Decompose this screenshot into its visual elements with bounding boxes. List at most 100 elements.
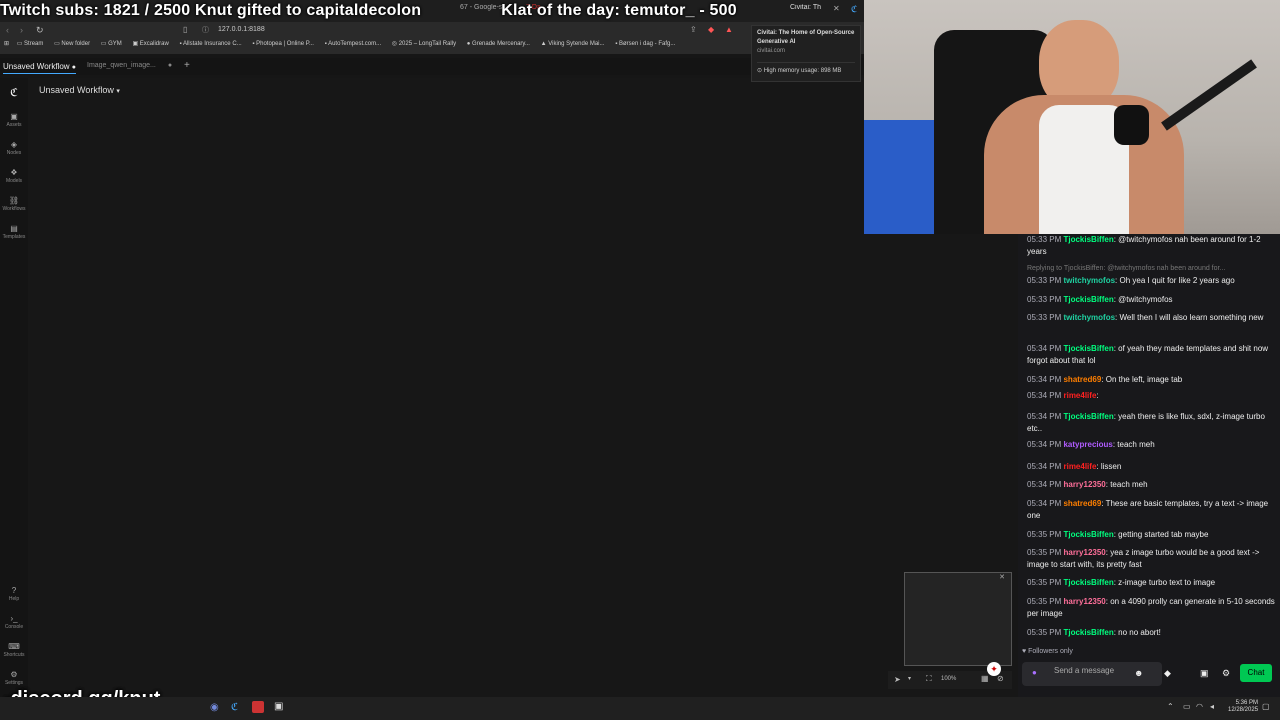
bookmark[interactable]: ● Grenade Mercenary... bbox=[467, 41, 530, 47]
chat-username[interactable]: rime4life bbox=[1063, 462, 1096, 471]
clock[interactable]: 5:36 PM 12/28/2025 bbox=[1228, 700, 1258, 714]
chat-username[interactable]: twitchymofos bbox=[1063, 313, 1115, 322]
chat-username[interactable]: katyprecious bbox=[1063, 440, 1112, 449]
chat-text: Well then I will also learn something ne… bbox=[1119, 313, 1264, 322]
monitor-screen bbox=[864, 120, 944, 234]
chat-text: teach meh bbox=[1117, 440, 1155, 449]
gear-icon: ⚙ bbox=[10, 670, 18, 679]
network-icon[interactable]: ▭ bbox=[1183, 702, 1191, 711]
chat-timestamp: 05:34 PM bbox=[1027, 375, 1062, 384]
chat-timestamp: 05:33 PM bbox=[1027, 295, 1062, 304]
workflow-tab-active[interactable]: Unsaved Workflow ● bbox=[3, 62, 77, 74]
bookmark[interactable]: ▲ Viking Sytende Mai... bbox=[541, 41, 605, 47]
chat-username[interactable]: TjockisBiffen bbox=[1063, 628, 1113, 637]
browser-app-icon[interactable]: ℭ bbox=[231, 702, 238, 713]
templates-icon: ▤ bbox=[10, 224, 18, 233]
chat-username[interactable]: shatred69 bbox=[1063, 375, 1101, 384]
discord-app-icon[interactable]: ◉ bbox=[210, 702, 219, 713]
stream-background: ✕ bbox=[864, 234, 1018, 697]
sidebar-item-settings[interactable]: ⚙ Settings bbox=[0, 670, 28, 686]
chat-send-button[interactable]: Chat bbox=[1240, 664, 1272, 682]
sidebar-item-console[interactable]: ›_ Console bbox=[0, 614, 28, 630]
minimap[interactable]: ✕ bbox=[904, 572, 1012, 666]
notification-icon[interactable]: ▢ bbox=[1262, 702, 1270, 711]
share-icon[interactable]: ⇪ bbox=[690, 25, 697, 34]
chat-text: @twitchymofos bbox=[1118, 295, 1173, 304]
close-icon[interactable]: ✕ bbox=[999, 573, 1005, 581]
sidebar-item-help[interactable]: ? Help bbox=[0, 586, 28, 602]
bookmark-icon[interactable]: ▯ bbox=[183, 25, 187, 34]
chat-username[interactable]: harry12350 bbox=[1063, 597, 1105, 606]
site-info-icon[interactable]: ⓘ bbox=[202, 25, 209, 35]
chat-message: 05:33 PM TjockisBiffen: @twitchymofos bbox=[1027, 295, 1173, 304]
chat-username[interactable]: rime4life bbox=[1063, 391, 1096, 400]
sidebar-item-nodes[interactable]: ◈ Nodes bbox=[0, 140, 28, 156]
bits-icon[interactable]: ◆ bbox=[1164, 668, 1171, 679]
rewards-icon[interactable]: ▲ bbox=[725, 25, 733, 34]
terminal-app-icon[interactable]: ▣ bbox=[274, 701, 283, 712]
apps-icon[interactable]: ⊞ bbox=[4, 40, 9, 47]
fit-view-icon[interactable]: ⛶ bbox=[926, 674, 932, 684]
chevron-down-icon: ▾ bbox=[116, 88, 120, 95]
chat-username[interactable]: TjockisBiffen bbox=[1063, 295, 1113, 304]
bookmark[interactable]: ▪ Børsen i dag - Fafg... bbox=[615, 41, 675, 47]
app-icon[interactable] bbox=[252, 701, 264, 713]
bookmark[interactable]: ▪ AutoTempest.com... bbox=[325, 41, 382, 47]
comfy-logo-icon[interactable]: ℭ bbox=[0, 86, 28, 99]
chat-username[interactable]: TjockisBiffen bbox=[1063, 530, 1113, 539]
zoom-level[interactable]: 100% bbox=[941, 676, 956, 682]
bookmark[interactable]: ▭ New folder bbox=[54, 40, 90, 47]
node-canvas[interactable]: Unsaved Workflow ▾ bbox=[28, 78, 864, 697]
heart-icon: ♥ bbox=[1022, 648, 1027, 655]
chat-username[interactable]: TjockisBiffen bbox=[1063, 578, 1113, 587]
sidebar-item-models[interactable]: ❖ Models bbox=[0, 168, 28, 184]
chat-username[interactable]: harry12350 bbox=[1063, 480, 1105, 489]
gift-icon[interactable]: ▣ bbox=[1200, 668, 1209, 679]
brave-shield-icon[interactable]: ◆ bbox=[708, 25, 714, 34]
sidebar-item-workflows[interactable]: ⛓ Workflows bbox=[0, 196, 28, 212]
link-visibility-icon[interactable]: ⊘ bbox=[997, 674, 1004, 683]
reload-icon[interactable]: ↻ bbox=[36, 25, 44, 36]
browser-tab-active[interactable]: Civitai: Th bbox=[790, 4, 830, 18]
sidebar-item-shortcuts[interactable]: ⌨ Shortcuts bbox=[0, 642, 28, 658]
wifi-icon[interactable]: ◠ bbox=[1196, 702, 1203, 711]
settings-gear-icon[interactable]: ⚙ bbox=[1222, 668, 1230, 679]
chat-username[interactable]: TjockisBiffen bbox=[1063, 235, 1113, 244]
chat-username[interactable]: shatred69 bbox=[1063, 499, 1101, 508]
minimap-toggle-icon[interactable]: ▦ bbox=[981, 674, 989, 683]
pointer-icon[interactable]: ➤ bbox=[894, 675, 901, 684]
tray-chevron-icon[interactable]: ⌃ bbox=[1167, 702, 1174, 711]
bookmark[interactable]: ▪ Photopea | Online P... bbox=[252, 41, 314, 47]
sidebar-item-assets[interactable]: ▣ Assets bbox=[0, 112, 28, 128]
emote-icon[interactable]: ☻ bbox=[1134, 668, 1143, 678]
bookmark[interactable]: ▭ Stream bbox=[17, 40, 44, 47]
close-tab-icon[interactable]: ✕ bbox=[833, 4, 840, 13]
bookmark[interactable]: ▭ GYM bbox=[101, 40, 122, 47]
assets-icon: ▣ bbox=[10, 112, 18, 121]
bookmark[interactable]: ▣ Excalidraw bbox=[132, 40, 168, 47]
stream-overlay-banner: Twitch subs: 1821 / 2500 Knut gifted to … bbox=[0, 2, 737, 19]
chat-message: 05:34 PM rime4life: bbox=[1027, 391, 1099, 400]
workflow-tab[interactable]: Image_qwen_image... ● bbox=[87, 62, 172, 69]
add-tab-icon[interactable]: + bbox=[184, 60, 190, 71]
new-tab-icon[interactable]: ℭ bbox=[851, 4, 857, 15]
chevron-down-icon[interactable]: ▾ bbox=[908, 675, 911, 682]
chat-username[interactable]: TjockisBiffen bbox=[1063, 412, 1113, 421]
chat-username[interactable]: TjockisBiffen bbox=[1063, 344, 1113, 353]
workflow-title[interactable]: Unsaved Workflow ▾ bbox=[39, 85, 120, 95]
help-icon: ? bbox=[11, 586, 17, 595]
chat-message: 05:34 PM harry12350: teach meh bbox=[1027, 480, 1148, 489]
volume-icon[interactable]: ◂ bbox=[1210, 702, 1214, 711]
bookmark[interactable]: ◎ 2025 – LongTail Rally bbox=[392, 40, 456, 47]
url-input[interactable]: 127.0.0.1:8188 bbox=[218, 26, 265, 33]
chat-timestamp: 05:35 PM bbox=[1027, 530, 1062, 539]
twitch-chat: 05:33 PM TjockisBiffen: @twitchymofos na… bbox=[1018, 234, 1280, 697]
chat-text: On the left, image tab bbox=[1105, 375, 1183, 384]
sidebar-item-templates[interactable]: ▤ Templates bbox=[0, 224, 28, 240]
forward-icon[interactable]: › bbox=[20, 25, 23, 35]
bookmark[interactable]: ▪ Allstate Insurance C... bbox=[179, 41, 241, 47]
chat-username[interactable]: harry12350 bbox=[1063, 548, 1105, 557]
chat-username[interactable]: twitchymofos bbox=[1063, 276, 1115, 285]
back-icon[interactable]: ‹ bbox=[6, 25, 9, 35]
chat-message: 05:34 PM katyprecious: teach meh bbox=[1027, 440, 1155, 449]
